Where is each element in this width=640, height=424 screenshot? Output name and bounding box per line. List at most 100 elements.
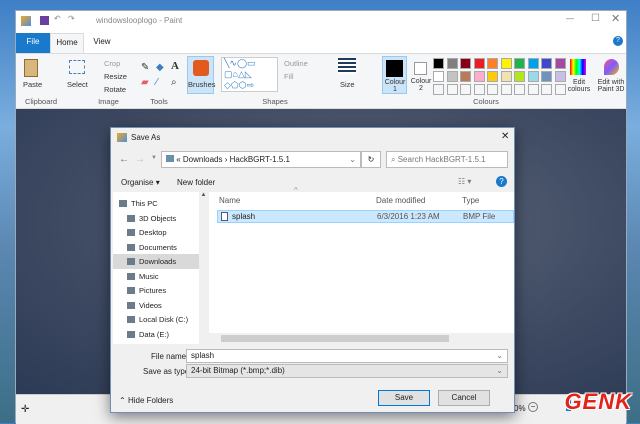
file-row[interactable]: splash 6/3/2016 1:23 AM BMP File bbox=[217, 210, 514, 223]
colour1-button[interactable]: Colour 1 bbox=[382, 56, 407, 94]
search-input[interactable]: ⌕ Search HackBGRT-1.5.1 bbox=[386, 151, 508, 168]
pencil-icon[interactable]: ✎ bbox=[141, 62, 149, 73]
organise-button[interactable]: Organise ▾ bbox=[121, 178, 160, 187]
edit-colours-button[interactable]: Edit colours bbox=[565, 79, 593, 93]
palette-swatch[interactable] bbox=[554, 84, 566, 95]
palette-swatch[interactable] bbox=[514, 71, 525, 82]
nav-item[interactable]: Music bbox=[113, 269, 199, 284]
nav-item[interactable]: Downloads bbox=[113, 254, 199, 269]
colour2-label: Colour 2 bbox=[410, 78, 432, 92]
tab-home[interactable]: Home bbox=[50, 33, 84, 53]
nav-scrollbar[interactable]: ▲ bbox=[199, 192, 208, 344]
forward-button[interactable]: → bbox=[135, 154, 145, 165]
select-button[interactable]: Select bbox=[67, 80, 88, 89]
undo-icon[interactable]: ↶ bbox=[54, 14, 61, 23]
palette-swatch[interactable] bbox=[554, 71, 566, 82]
column-name[interactable]: Name bbox=[219, 196, 240, 205]
refresh-button[interactable]: ↻ bbox=[361, 151, 381, 168]
tab-view[interactable]: View bbox=[86, 33, 118, 53]
color-picker-icon[interactable]: ⁄ bbox=[156, 77, 158, 88]
palette-swatch[interactable] bbox=[527, 58, 539, 69]
palette-swatch[interactable] bbox=[514, 84, 525, 95]
paint3d-button[interactable]: Edit with Paint 3D bbox=[595, 79, 627, 93]
save-type-select[interactable]: 24-bit Bitmap (*.bmp;*.dib) ⌄ bbox=[186, 364, 508, 378]
palette-swatch[interactable] bbox=[541, 84, 552, 95]
tab-file[interactable]: File bbox=[16, 33, 50, 53]
help-icon[interactable]: ? bbox=[613, 36, 623, 46]
breadcrumb-hackbgrt[interactable]: HackBGRT-1.5.1 bbox=[230, 155, 290, 164]
palette-swatch[interactable] bbox=[500, 58, 512, 69]
palette-swatch[interactable] bbox=[460, 71, 471, 82]
shapes-gallery[interactable]: ╲∿◯▭ ▢⌂△◺ ◇⬠⬡⇨ bbox=[221, 57, 278, 92]
palette-swatch[interactable] bbox=[487, 84, 498, 95]
scroll-thumb[interactable] bbox=[221, 335, 449, 342]
address-dropdown[interactable]: ⌄ bbox=[349, 152, 356, 167]
recent-dropdown[interactable]: ▼ bbox=[151, 155, 157, 161]
new-folder-button[interactable]: New folder bbox=[177, 178, 215, 187]
crop-button[interactable]: Crop bbox=[104, 59, 120, 68]
text-icon[interactable]: A bbox=[171, 60, 179, 72]
save-icon[interactable] bbox=[40, 16, 49, 25]
palette-swatch[interactable] bbox=[433, 58, 444, 69]
nav-item[interactable]: Documents bbox=[113, 240, 199, 255]
palette-swatch[interactable] bbox=[460, 58, 471, 69]
column-type[interactable]: Type bbox=[462, 196, 479, 205]
fill-icon[interactable]: ◆ bbox=[156, 62, 164, 73]
palette-swatch[interactable] bbox=[541, 58, 552, 69]
minimize-button[interactable]: — bbox=[566, 14, 574, 23]
palette-swatch[interactable] bbox=[527, 84, 539, 95]
fill-button[interactable]: Fill bbox=[284, 72, 294, 81]
palette-swatch[interactable] bbox=[446, 71, 458, 82]
paste-button[interactable]: Paste bbox=[23, 80, 42, 89]
nav-item[interactable]: Data (E:) bbox=[113, 327, 199, 342]
dialog-help-icon[interactable]: ? bbox=[496, 176, 507, 187]
palette-swatch[interactable] bbox=[473, 58, 485, 69]
palette-swatch[interactable] bbox=[554, 58, 566, 69]
palette-swatch[interactable] bbox=[500, 71, 512, 82]
brushes-button[interactable]: Brushes bbox=[187, 56, 216, 94]
close-button[interactable]: ✕ bbox=[611, 12, 620, 25]
outline-button[interactable]: Outline bbox=[284, 59, 308, 68]
nav-item[interactable]: Videos bbox=[113, 298, 199, 313]
breadcrumb-downloads[interactable]: Downloads bbox=[183, 155, 223, 164]
palette-swatch[interactable] bbox=[433, 84, 444, 95]
horizontal-scrollbar[interactable] bbox=[209, 333, 514, 344]
back-button[interactable]: ← bbox=[119, 154, 129, 165]
palette-swatch[interactable] bbox=[514, 58, 525, 69]
palette-swatch[interactable] bbox=[473, 71, 485, 82]
nav-item[interactable]: Desktop bbox=[113, 225, 199, 240]
size-button[interactable]: Size bbox=[340, 80, 355, 89]
palette-swatch[interactable] bbox=[541, 71, 552, 82]
palette-swatch[interactable] bbox=[460, 84, 471, 95]
palette-swatch[interactable] bbox=[433, 71, 444, 82]
nav-item[interactable]: Pictures bbox=[113, 283, 199, 298]
palette-swatch[interactable] bbox=[487, 58, 498, 69]
colour2-button[interactable]: Colour 2 bbox=[409, 56, 434, 94]
palette-swatch[interactable] bbox=[487, 71, 498, 82]
hide-folders-button[interactable]: ⌃ Hide Folders bbox=[119, 396, 173, 405]
column-date[interactable]: Date modified bbox=[376, 196, 425, 205]
redo-icon[interactable]: ↷ bbox=[68, 14, 75, 23]
resize-button[interactable]: Resize bbox=[104, 72, 127, 81]
palette-swatch[interactable] bbox=[500, 84, 512, 95]
nav-item-label: Music bbox=[139, 271, 159, 281]
maximize-button[interactable]: ☐ bbox=[591, 13, 600, 24]
file-name-input[interactable]: splash ⌄ bbox=[186, 349, 508, 363]
nav-item[interactable]: This PC bbox=[113, 196, 199, 211]
palette-swatch[interactable] bbox=[527, 71, 539, 82]
save-button[interactable]: Save bbox=[378, 390, 430, 406]
address-bar[interactable]: « Downloads › HackBGRT-1.5.1 ⌄ bbox=[161, 151, 361, 168]
zoom-out-button[interactable]: − bbox=[528, 402, 538, 412]
rotate-button[interactable]: Rotate bbox=[104, 85, 126, 94]
nav-item[interactable]: Local Disk (C:) bbox=[113, 312, 199, 327]
nav-item[interactable]: 3D Objects bbox=[113, 211, 199, 226]
eraser-icon[interactable]: ▰ bbox=[141, 77, 149, 88]
cancel-button[interactable]: Cancel bbox=[438, 390, 490, 406]
view-options-button[interactable]: ☷ ▾ bbox=[458, 177, 471, 186]
palette-swatch[interactable] bbox=[473, 84, 485, 95]
dialog-close-button[interactable]: ✕ bbox=[501, 131, 509, 142]
palette-swatch[interactable] bbox=[446, 58, 458, 69]
palette-swatch[interactable] bbox=[446, 84, 458, 95]
paint-app-icon bbox=[21, 16, 31, 26]
magnifier-icon[interactable]: ⌕ bbox=[171, 77, 177, 88]
